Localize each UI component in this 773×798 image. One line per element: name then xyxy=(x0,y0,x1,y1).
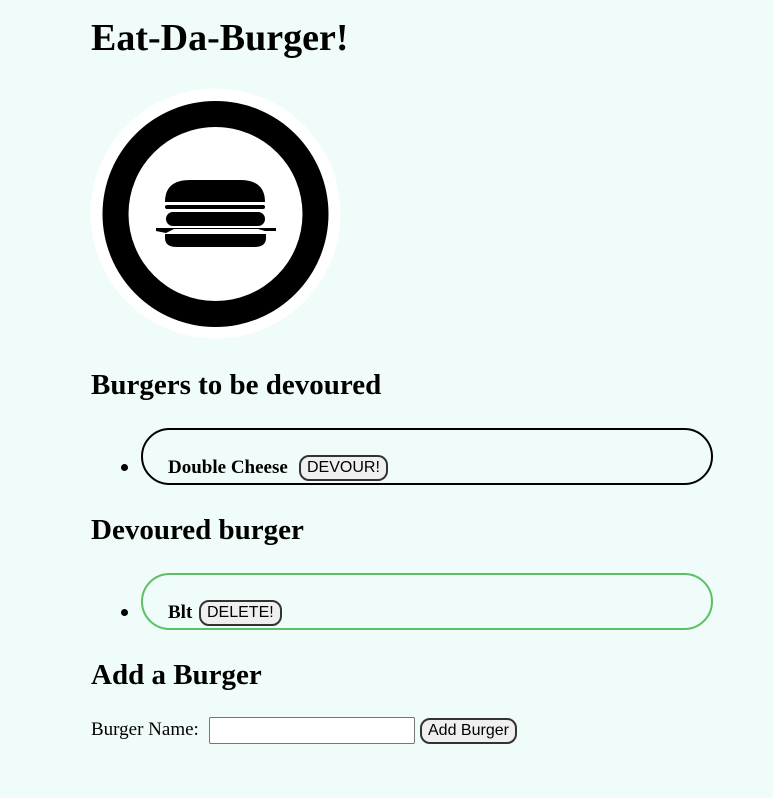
burger-name: Double Cheese xyxy=(168,457,288,478)
burger-logo-icon xyxy=(90,88,341,339)
burger-name-label: Burger Name: xyxy=(91,719,199,740)
burger-name: Blt xyxy=(168,602,193,623)
delete-button[interactable]: DELETE! xyxy=(199,600,282,626)
list-bullet xyxy=(121,609,128,616)
devour-button[interactable]: DEVOUR! xyxy=(299,455,388,481)
add-burger-button[interactable]: Add Burger xyxy=(420,718,517,744)
page-title: Eat-Da-Burger! xyxy=(91,17,349,59)
section-heading-add-burger: Add a Burger xyxy=(91,659,262,691)
page: Eat-Da-Burger! Burgers to be devoured Do… xyxy=(0,0,773,798)
section-heading-to-devour: Burgers to be devoured xyxy=(91,369,382,401)
section-heading-devoured: Devoured burger xyxy=(91,514,304,546)
list-bullet xyxy=(121,464,128,471)
burger-name-input[interactable] xyxy=(209,717,415,744)
